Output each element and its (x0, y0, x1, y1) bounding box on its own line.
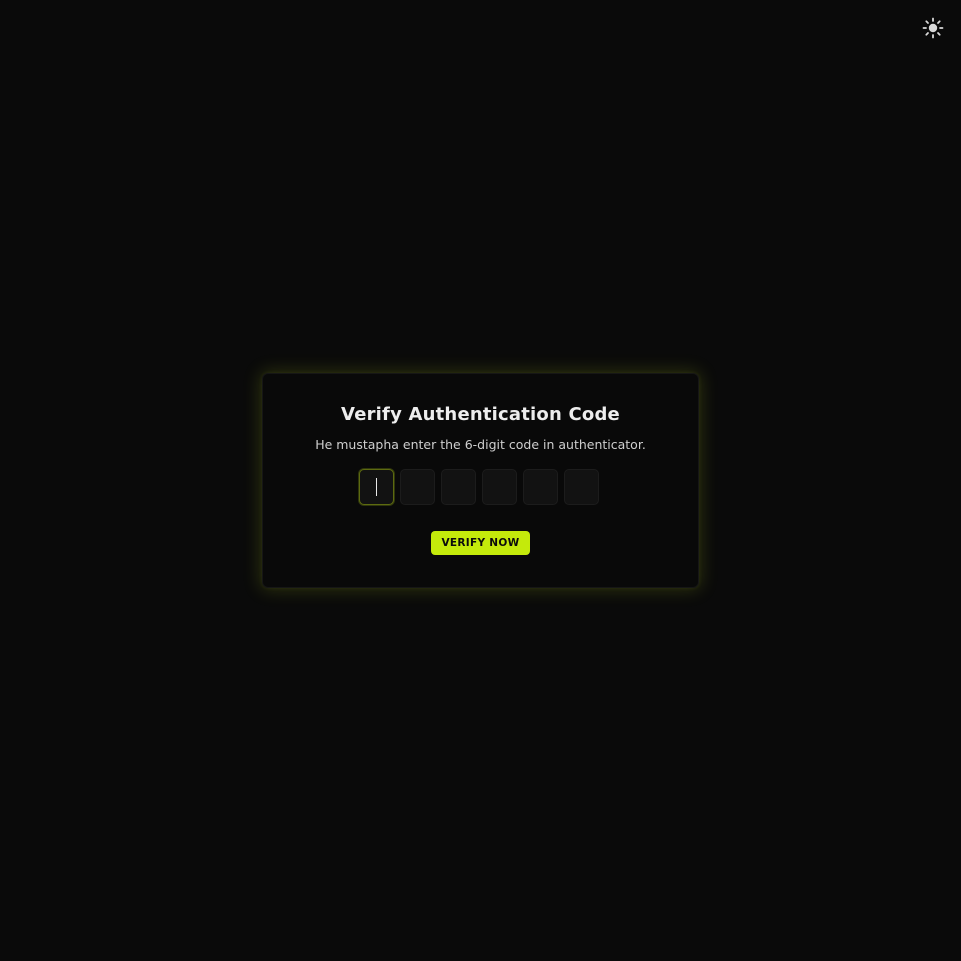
sun-icon (922, 17, 944, 39)
code-digit-input-4[interactable] (482, 469, 517, 505)
code-cell-1 (359, 469, 394, 505)
card-title: Verify Authentication Code (341, 404, 620, 425)
theme-toggle-button[interactable] (920, 15, 946, 41)
code-digit-input-6[interactable] (564, 469, 599, 505)
code-input-group (359, 469, 599, 505)
text-caret (376, 478, 377, 496)
code-digit-input-3[interactable] (441, 469, 476, 505)
code-digit-input-2[interactable] (400, 469, 435, 505)
page: Verify Authentication Code He mustapha e… (0, 0, 961, 961)
code-digit-input-5[interactable] (523, 469, 558, 505)
verify-card: Verify Authentication Code He mustapha e… (262, 373, 699, 588)
card-subtitle: He mustapha enter the 6-digit code in au… (315, 437, 646, 452)
verify-now-button[interactable]: VERIFY NOW (431, 531, 530, 555)
